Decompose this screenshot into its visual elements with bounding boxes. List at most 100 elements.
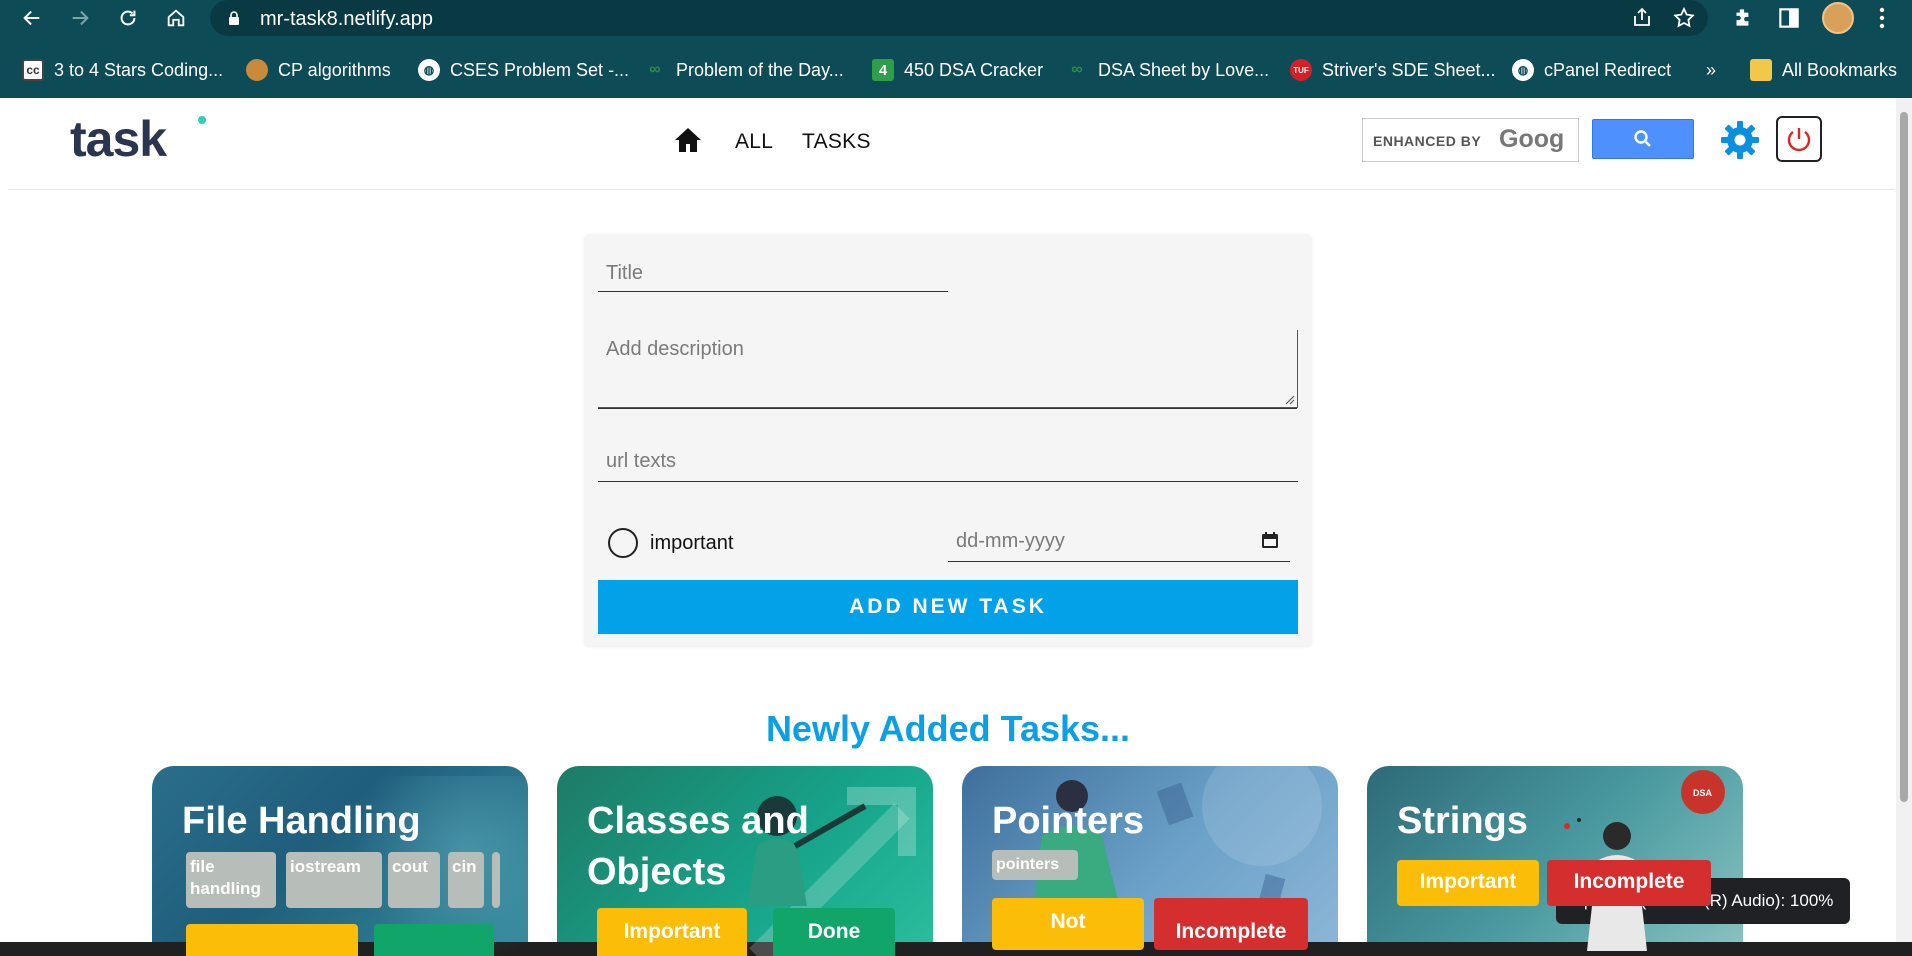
tag-text: cout — [392, 857, 428, 876]
home-icon[interactable] — [162, 4, 190, 32]
badge-incomplete: Incomplete — [1154, 898, 1308, 950]
share-icon[interactable] — [1630, 6, 1654, 30]
bookmarks-overflow-button[interactable]: » — [1706, 58, 1716, 82]
search-google-watermark: Goog — [1499, 125, 1565, 153]
bookmark-item[interactable]: ∞ Problem of the Day... — [644, 58, 844, 82]
navbar: task ALL TASKS ENHANCED BY Goog — [8, 98, 1894, 190]
url-text[interactable]: mr-task8.netlify.app — [260, 8, 433, 31]
search-input[interactable]: ENHANCED BY Goog — [1362, 118, 1579, 162]
bookmark-label: DSA Sheet by Love... — [1098, 59, 1270, 80]
tag-chip-overflow — [492, 852, 500, 908]
bookmark-item[interactable]: ∞ DSA Sheet by Love... — [1066, 58, 1269, 82]
cp-algorithms-icon — [246, 59, 268, 81]
nav-tasks[interactable]: TASKS — [802, 130, 871, 154]
important-label: important — [650, 532, 734, 554]
badge-done — [374, 924, 494, 956]
task-card[interactable]: DSA Strings Important Incomplete — [1367, 766, 1743, 956]
badge-important: Important — [1397, 860, 1539, 906]
badge-important: Important — [597, 908, 747, 956]
all-bookmarks-label: All Bookmarks — [1782, 59, 1898, 80]
browser-chrome: mr-task8.netlify.app cc 3 to 4 Stars Cod… — [0, 0, 1912, 98]
page-scrollbar[interactable] — [1896, 98, 1912, 942]
profile-avatar[interactable] — [1822, 2, 1854, 34]
power-icon — [1787, 128, 1811, 152]
tag-text: iostream — [290, 857, 361, 876]
bookmarks-bar: cc 3 to 4 Stars Coding... CP algorithms … — [0, 50, 1912, 90]
search-button[interactable] — [1592, 119, 1694, 159]
four-icon: 4 — [872, 59, 894, 81]
task-card[interactable]: Classes and Objects Important Done — [557, 766, 933, 956]
star-icon[interactable] — [1672, 6, 1696, 30]
forward-icon[interactable] — [66, 4, 94, 32]
gfg-icon: ∞ — [1071, 61, 1083, 78]
bookmark-item[interactable]: 4 450 DSA Cracker — [872, 58, 1043, 82]
calendar-icon[interactable] — [1260, 530, 1280, 550]
card-title: Classes and Objects — [587, 800, 809, 893]
tag-chip: iostream — [286, 852, 382, 908]
cc-icon: cc — [22, 59, 44, 81]
badge-incomplete: Incomplete — [1547, 860, 1711, 906]
logout-button[interactable] — [1776, 116, 1822, 162]
nav-all[interactable]: ALL — [735, 130, 773, 154]
resize-handle-icon[interactable] — [1283, 393, 1295, 405]
important-radio[interactable] — [608, 528, 638, 558]
description-field[interactable]: Add description — [598, 330, 1298, 409]
badge-done: Done — [773, 908, 895, 956]
reload-icon[interactable] — [114, 4, 142, 32]
bookmark-label: 450 DSA Cracker — [904, 59, 1044, 80]
bookmark-label: 3 to 4 Stars Coding... — [54, 59, 224, 80]
browser-toolbar: mr-task8.netlify.app — [0, 0, 1912, 36]
bookmark-label: CSES Problem Set -... — [450, 59, 630, 80]
gfg-icon: ∞ — [649, 61, 661, 78]
new-task-form: Title Add description url texts importan… — [584, 234, 1312, 646]
address-bar[interactable]: mr-task8.netlify.app — [210, 0, 1708, 36]
bookmark-item[interactable]: TUF Striver's SDE Sheet... — [1290, 58, 1496, 82]
tag-chip: file handling — [186, 852, 276, 908]
tag-chip: cin — [448, 852, 484, 908]
add-new-task-button[interactable]: ADD NEW TASK — [598, 580, 1298, 634]
tag-chip: pointers — [992, 850, 1078, 880]
all-bookmarks-button[interactable]: All Bookmarks — [1750, 58, 1897, 82]
side-panel-icon[interactable] — [1776, 5, 1802, 31]
search-enhanced-by: ENHANCED BY — [1373, 133, 1482, 149]
overflow-label: » — [1706, 59, 1717, 80]
bookmark-item[interactable]: ◍ CSES Problem Set -... — [418, 58, 629, 82]
lock-icon — [229, 11, 239, 25]
tag-text: cin — [452, 857, 477, 876]
search-icon — [1634, 130, 1651, 147]
tag-chip: cout — [388, 852, 440, 908]
bookmark-item[interactable]: cc 3 to 4 Stars Coding... — [22, 58, 223, 82]
home-nav-icon[interactable] — [672, 124, 704, 156]
date-field[interactable]: dd-mm-yyyy — [948, 520, 1290, 562]
tag-text: pointers — [996, 856, 1060, 873]
page: task ALL TASKS ENHANCED BY Goog Title Ad… — [0, 98, 1912, 956]
title-field[interactable]: Title — [598, 256, 948, 292]
globe-icon: ◍ — [1512, 59, 1534, 81]
svg-text:DSA: DSA — [1693, 788, 1713, 798]
card-title: Pointers — [992, 800, 1145, 842]
badge-important — [186, 924, 358, 956]
description-placeholder: Add description — [606, 338, 744, 360]
bookmark-label: Problem of the Day... — [676, 59, 844, 80]
scrollbar-thumb[interactable] — [1900, 112, 1908, 802]
task-card[interactable]: File Handling file handling iostream cou… — [152, 766, 528, 956]
date-placeholder: dd-mm-yyyy — [956, 530, 1065, 552]
bookmark-label: CP algorithms — [278, 59, 391, 80]
card-title: Strings — [1397, 800, 1528, 842]
back-icon[interactable] — [18, 4, 46, 32]
extensions-icon[interactable] — [1730, 5, 1756, 31]
menu-kebab-icon[interactable] — [1878, 5, 1886, 31]
bookmark-item[interactable]: ◍ cPanel Redirect — [1512, 58, 1671, 82]
card-title: File Handling — [182, 800, 421, 842]
section-title: Newly Added Tasks... — [0, 708, 1896, 750]
task-card[interactable]: Pointers pointers Not Incomplete — [962, 766, 1338, 956]
task-logo[interactable]: task — [70, 112, 210, 164]
tuf-icon: TUF — [1290, 59, 1312, 81]
bookmark-item[interactable]: CP algorithms — [246, 58, 391, 82]
gear-icon[interactable] — [1720, 120, 1760, 160]
section-title-text: Newly Added Tasks... — [765, 708, 1131, 749]
svg-text:task: task — [70, 112, 167, 164]
folder-icon — [1750, 59, 1772, 81]
title-placeholder: Title — [606, 262, 644, 284]
url-field[interactable]: url texts — [598, 444, 1298, 482]
